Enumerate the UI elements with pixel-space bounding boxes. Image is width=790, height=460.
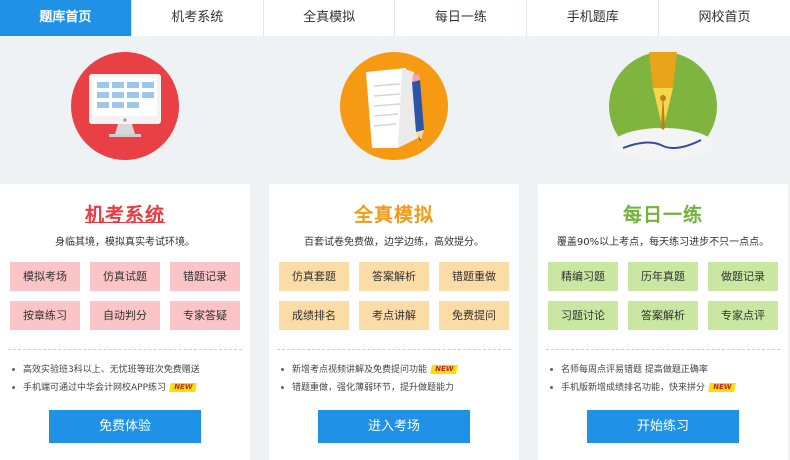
note-text: 名师每周点评易错题 提高做题正确率 [561,365,708,375]
feature-button-expert-qa[interactable]: 专家答疑 [170,301,240,330]
feature-grid: 仿真套题 答案解析 错题重做 成绩排名 考点讲解 免费提问 [279,262,509,330]
tab-mock-exam[interactable]: 全真模拟 [263,0,396,36]
notes-list: 新增考点视频讲解及免费提问功能 NEW 错题重做，强化薄弱环节，提升做题能力 [279,361,515,397]
daily-practice-card: 每日一练 覆盖90%以上考点，每天练习进步不只一点点。 精编习题 历年真题 做题… [538,184,788,460]
tab-daily-practice[interactable]: 每日一练 [395,0,528,36]
card-subtitle: 覆盖90%以上考点，每天练习进步不只一点点。 [556,237,770,248]
bullet-icon [550,386,553,389]
divider [8,349,242,350]
divider [546,349,780,350]
note-item: 手机版新增成绩排名功能，快来拼分 NEW [548,379,784,397]
feature-button-practice-records[interactable]: 做题记录 [708,262,778,291]
top-nav: 题库首页 机考系统 全真模拟 每日一练 手机题库 网校首页 [0,0,790,36]
feature-grid: 精编习题 历年真题 做题记录 习题讨论 答案解析 专家点评 [548,262,778,330]
feature-button-free-question[interactable]: 免费提问 [439,301,509,330]
exam-system-card: 机考系统 身临其境，模拟真实考试环境。 模拟考场 仿真试题 错题记录 按章练习 … [0,184,250,460]
tab-school-home[interactable]: 网校首页 [659,0,790,36]
start-practice-button[interactable]: 开始练习 [587,410,739,443]
note-text: 新增考点视频讲解及免费提问功能 [292,365,428,375]
feature-button-redo-wrong[interactable]: 错题重做 [439,262,509,291]
mock-exam-card: 全真模拟 百套试卷免费做，边学边练，高效提分。 仿真套题 答案解析 错题重做 成… [269,184,519,460]
feature-grid: 模拟考场 仿真试题 错题记录 按章练习 自动判分 专家答疑 [10,262,240,330]
note-item: 名师每周点评易错题 提高做题正确率 [548,361,784,379]
exam-system-column: 机考系统 身临其境，模拟真实考试环境。 模拟考场 仿真试题 错题记录 按章练习 … [0,36,250,460]
feature-button-wrong-records[interactable]: 错题记录 [170,262,240,291]
feature-button-sim-sets[interactable]: 仿真套题 [279,262,349,291]
new-badge: NEW [169,383,198,392]
card-subtitle: 身临其境，模拟真实考试环境。 [55,237,195,248]
notes-list: 名师每周点评易错题 提高做题正确率 手机版新增成绩排名功能，快来拼分 NEW [548,361,784,397]
card-title[interactable]: 全真模拟 [269,200,519,227]
note-text: 手机端可通过中华会计网校APP练习 [23,383,167,393]
note-text: 手机版新增成绩排名功能，快来拼分 [561,383,706,393]
notes-list: 高效实验班3科以上、无忧班等班次免费赠送 手机端可通过中华会计网校APP练习 NE… [10,361,246,397]
fountain-pen-icon [609,52,717,160]
note-text: 错题重做，强化薄弱环节，提升做题能力 [292,383,455,393]
feature-button-answer-analysis[interactable]: 答案解析 [359,262,429,291]
feature-button-sim-questions[interactable]: 仿真试题 [90,262,160,291]
note-item: 手机端可通过中华会计网校APP练习 NEW [10,379,246,397]
monitor-icon [71,52,179,160]
daily-practice-column: 每日一练 覆盖90%以上考点，每天练习进步不只一点点。 精编习题 历年真题 做题… [538,36,788,460]
new-badge: NEW [708,383,737,392]
mock-exam-column: 全真模拟 百套试卷免费做，边学边练，高效提分。 仿真套题 答案解析 错题重做 成… [269,36,519,460]
bullet-icon [281,368,284,371]
feature-button-answer-analysis[interactable]: 答案解析 [628,301,698,330]
tab-mobile-bank[interactable]: 手机题库 [527,0,660,36]
bullet-icon [281,386,284,389]
note-text: 高效实验班3科以上、无忧班等班次免费赠送 [23,365,200,375]
note-item: 错题重做，强化薄弱环节，提升做题能力 [279,379,515,397]
note-item: 高效实验班3科以上、无忧班等班次免费赠送 [10,361,246,379]
bullet-icon [12,386,15,389]
new-badge: NEW [430,365,459,374]
feature-button-expert-review[interactable]: 专家点评 [708,301,778,330]
divider [277,349,511,350]
note-item: 新增考点视频讲解及免费提问功能 NEW [279,361,515,379]
card-title[interactable]: 机考系统 [0,200,250,227]
bullet-icon [12,368,15,371]
feature-button-mock-room[interactable]: 模拟考场 [10,262,80,291]
tab-exam-system[interactable]: 机考系统 [131,0,264,36]
feature-button-curated-exercises[interactable]: 精编习题 [548,262,618,291]
feature-button-chapter-practice[interactable]: 按章练习 [10,301,80,330]
feature-button-topic-explain[interactable]: 考点讲解 [359,301,429,330]
feature-button-discussion[interactable]: 习题讨论 [548,301,618,330]
free-trial-button[interactable]: 免费体验 [49,410,201,443]
paper-pencil-icon [340,52,448,160]
bullet-icon [550,368,553,371]
feature-button-past-papers[interactable]: 历年真题 [628,262,698,291]
card-title[interactable]: 每日一练 [538,200,788,227]
enter-exam-button[interactable]: 进入考场 [318,410,470,443]
card-subtitle: 百套试卷免费做，边学边练，高效提分。 [304,237,484,248]
feature-button-score-rank[interactable]: 成绩排名 [279,301,349,330]
tab-question-bank-home[interactable]: 题库首页 [0,0,132,36]
feature-button-auto-grading[interactable]: 自动判分 [90,301,160,330]
